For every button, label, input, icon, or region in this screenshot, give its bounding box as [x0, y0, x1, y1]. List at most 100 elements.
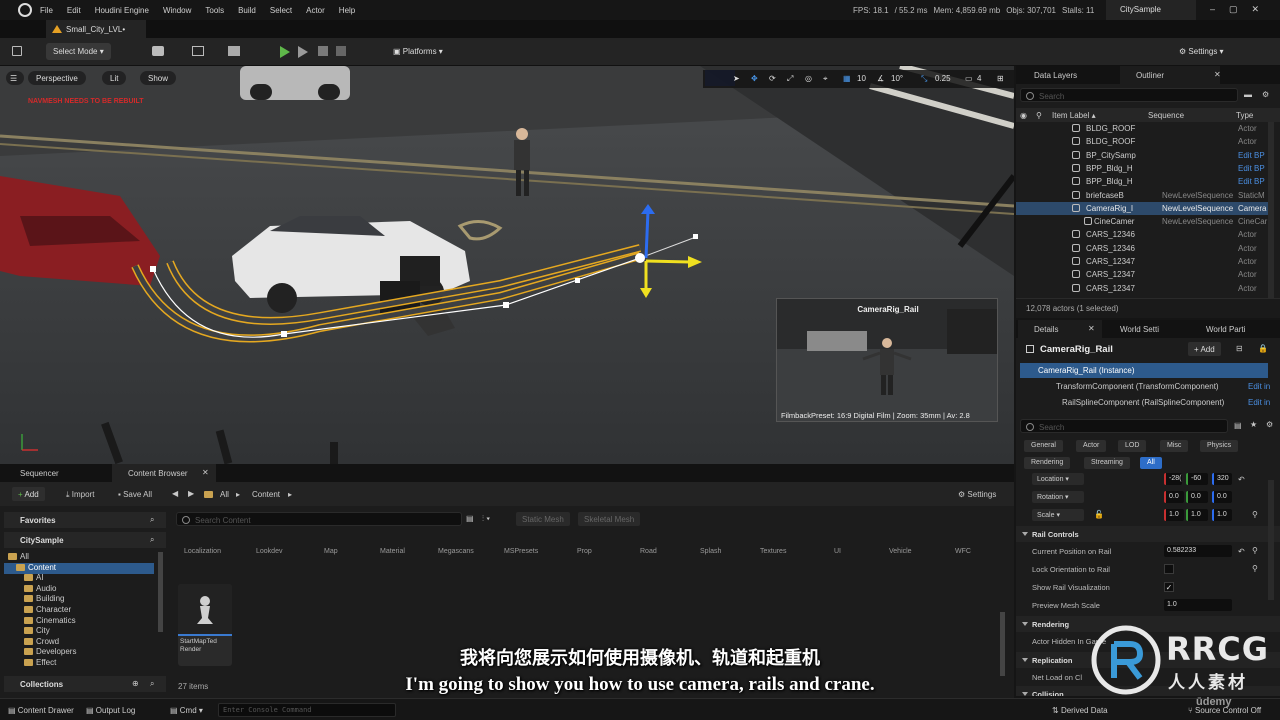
filter-streaming[interactable]: Streaming — [1084, 457, 1130, 469]
keyframe-icon[interactable]: ⚲ — [1252, 546, 1258, 555]
menu-file[interactable]: File — [40, 6, 53, 15]
current-position-input[interactable]: 0.582233 — [1164, 545, 1232, 557]
category-folder[interactable]: WFC — [955, 548, 971, 555]
outliner-row[interactable]: BLDG_ROOF Actor — [1016, 135, 1268, 148]
category-folder[interactable]: Map — [324, 548, 338, 555]
rotation-snap-icon[interactable]: ∡ — [877, 74, 884, 83]
component-rail-spline[interactable]: RailSplineComponent (RailSplineComponent… — [1062, 398, 1224, 407]
lock-orientation-checkbox[interactable] — [1164, 564, 1174, 574]
add-actor-icon[interactable] — [152, 46, 164, 56]
folder-tree-item[interactable]: Audio — [4, 584, 56, 595]
tab-data-layers[interactable]: Data Layers — [1018, 66, 1085, 84]
category-folder[interactable]: Megascans — [438, 548, 474, 555]
location-x[interactable]: -28( — [1164, 473, 1182, 485]
tab-world-settings[interactable]: World Setti — [1104, 320, 1167, 338]
menu-actor[interactable]: Actor — [306, 6, 325, 15]
folder-icon[interactable] — [204, 491, 213, 498]
lock-icon[interactable]: 🔒 — [1258, 344, 1268, 353]
reset-location-icon[interactable]: ↶ — [1238, 475, 1245, 484]
scale-y[interactable]: 1.0 — [1186, 509, 1208, 521]
menu-build[interactable]: Build — [238, 6, 256, 15]
cinematics-icon[interactable] — [228, 46, 240, 56]
category-folder[interactable]: Textures — [760, 548, 786, 555]
grid-snap-icon[interactable]: ▦ — [843, 74, 851, 83]
scale-z[interactable]: 1.0 — [1212, 509, 1232, 521]
edit-bp-link[interactable]: Edit BP — [1238, 164, 1268, 173]
filter-misc[interactable]: Misc — [1160, 440, 1189, 452]
rotation-dropdown[interactable]: Rotation ▾ — [1032, 491, 1084, 503]
search-icon[interactable]: ⌕ — [150, 535, 154, 545]
outliner-row[interactable]: CineCamer NewLevelSequence CineCar — [1016, 215, 1268, 228]
outliner-row[interactable]: CameraRig_I NewLevelSequence Camera — [1016, 201, 1268, 215]
lock-scale-icon[interactable]: 🔓 — [1094, 510, 1104, 519]
close-icon[interactable]: ✕ — [1214, 70, 1221, 79]
tab-world-partition[interactable]: World Parti — [1190, 320, 1253, 338]
category-folder[interactable]: UI — [834, 548, 841, 555]
move-tool-icon[interactable]: ✥ — [751, 74, 758, 83]
show-rail-vis-checkbox[interactable]: ✓ — [1164, 582, 1174, 592]
search-icon[interactable]: ⌕ — [150, 515, 154, 525]
scale-x[interactable]: 1.0 — [1164, 509, 1184, 521]
edit-in-link[interactable]: Edit in — [1248, 398, 1270, 407]
save-search-icon[interactable]: ▤ — [466, 514, 474, 523]
close-icon[interactable]: ✕ — [202, 468, 209, 477]
content-settings-button[interactable]: ⚙ Settings — [958, 490, 996, 499]
outliner-row[interactable]: BP_CitySamp Edit BP — [1016, 149, 1268, 162]
component-instance[interactable]: CameraRig_Rail (Instance) — [1020, 363, 1268, 378]
play-icon[interactable] — [280, 46, 290, 58]
settings-button[interactable]: ⚙ Settings ▾ — [1172, 43, 1231, 60]
folder-tree-item[interactable]: Cinematics — [4, 616, 76, 627]
outliner-row[interactable]: CARS_12346 Actor — [1016, 228, 1268, 241]
edit-bp-link[interactable]: Edit BP — [1238, 151, 1268, 160]
save-all-button[interactable]: ▪ Save All — [118, 490, 152, 499]
outliner-settings-icon[interactable]: ⚙ — [1262, 90, 1269, 99]
details-search-input[interactable]: Search — [1020, 419, 1228, 433]
pin-col-icon[interactable]: ⚲ — [1036, 111, 1042, 120]
scale-snap-icon[interactable]: ⤡ — [921, 74, 927, 84]
project-tab[interactable]: CitySample — [1106, 0, 1196, 20]
level-tab[interactable]: Small_City_LVL• — [46, 20, 146, 38]
favorites-section[interactable]: Favorites — [4, 512, 166, 528]
outliner-search-input[interactable]: Search — [1020, 88, 1238, 102]
cmd-dropdown[interactable]: ▤ Cmd ▾ — [170, 706, 203, 715]
filter-actor[interactable]: Actor — [1076, 440, 1107, 452]
add-button[interactable]: + Add — [12, 487, 45, 501]
perspective-button[interactable]: Perspective — [28, 71, 86, 85]
scale-tool-icon[interactable]: ⤢ — [787, 74, 793, 84]
reset-position-icon[interactable]: ↶ — [1238, 547, 1245, 556]
folder-tree-item[interactable]: Character — [4, 605, 71, 616]
filter-chip-static-mesh[interactable]: Static Mesh — [516, 512, 570, 526]
menu-tools[interactable]: Tools — [205, 6, 224, 15]
lit-button[interactable]: Lit — [102, 71, 127, 85]
outliner-row[interactable]: BPP_Bldg_H Edit BP — [1016, 162, 1268, 175]
outliner-row[interactable]: CARS_12347 Actor — [1016, 282, 1268, 295]
save-icon[interactable] — [12, 46, 22, 56]
unreal-logo-icon[interactable] — [18, 3, 32, 17]
add-folder-icon[interactable]: ▬ — [1244, 90, 1252, 99]
tab-content-browser[interactable]: Content Browser — [112, 464, 216, 482]
details-settings-icon[interactable]: ⚙ — [1266, 420, 1273, 429]
world-space-icon[interactable]: ◎ — [805, 74, 812, 83]
category-folder[interactable]: Lookdev — [256, 548, 282, 555]
folder-tree-item[interactable]: All — [4, 552, 29, 563]
filter-rendering[interactable]: Rendering — [1024, 457, 1071, 469]
tab-outliner[interactable]: Outliner — [1120, 66, 1220, 84]
component-transform[interactable]: TransformComponent (TransformComponent) — [1056, 382, 1219, 391]
outliner-row[interactable]: CARS_12346 Actor — [1016, 242, 1268, 255]
level-viewport[interactable]: ☰ Perspective Lit Show NAVMESH NEEDS TO … — [0, 66, 1014, 464]
table-view-icon[interactable]: ▤ — [1234, 421, 1242, 430]
stop-icon[interactable] — [318, 46, 328, 56]
filter-lod[interactable]: LOD — [1118, 440, 1147, 452]
history-forward-icon[interactable]: ▶ — [188, 489, 194, 498]
category-folder[interactable]: Localization — [184, 548, 221, 555]
add-component-button[interactable]: + Add — [1188, 342, 1221, 356]
platforms-button[interactable]: ▣ Platforms ▾ — [386, 43, 450, 60]
category-folder[interactable]: Vehicle — [889, 548, 912, 555]
location-dropdown[interactable]: Location ▾ — [1032, 473, 1084, 485]
outliner-scrollbar[interactable] — [1268, 122, 1274, 298]
layout-icon[interactable]: ⊞ — [997, 74, 1004, 83]
visibility-col-icon[interactable]: ◉ — [1020, 111, 1027, 120]
blueprint-icon[interactable]: ⊟ — [1236, 344, 1243, 353]
col-sequence[interactable]: Sequence — [1148, 111, 1184, 120]
tree-scrollbar[interactable] — [158, 552, 163, 632]
